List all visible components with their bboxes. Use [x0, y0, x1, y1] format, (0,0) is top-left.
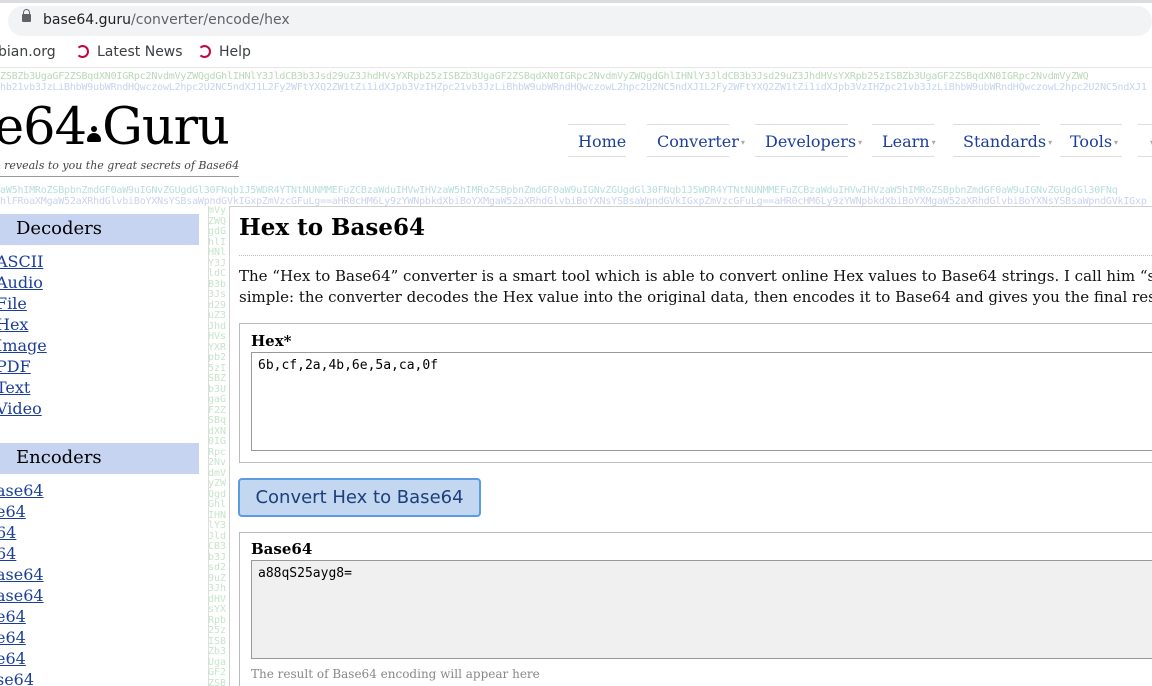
hex-input[interactable]: 6b,cf,2a,4b,6e,5a,ca,0f	[251, 352, 1152, 451]
decorative-base64-strip-bottom: aW5hIMRoZSBpbnZmdGF0aW9uIGNvZGUgdGl30FNq…	[0, 185, 1147, 207]
sidebar-encoder-link[interactable]: e64	[0, 607, 26, 626]
site-logo[interactable]: e64 Guru	[0, 100, 230, 156]
nav-converter[interactable]: Converter ▾	[647, 124, 745, 157]
site-tagline: o reveals to you the great secrets of Ba…	[0, 159, 240, 177]
sidebar-link-image[interactable]: Image	[0, 336, 47, 355]
debian-swirl-icon	[198, 45, 211, 58]
bookmark-debian[interactable]: bian.org	[0, 44, 56, 60]
bookmark-help[interactable]: Help	[198, 44, 251, 60]
sidebar-encoder-link[interactable]: e64	[0, 649, 26, 668]
tab-strip-edge	[0, 0, 1152, 3]
sidebar-encoder-link[interactable]: 64	[0, 544, 16, 563]
sidebar-decoders-heading: Decoders	[0, 214, 199, 245]
sidebar-encoder-link[interactable]: e64	[0, 628, 26, 647]
base64-fieldset: Base64 a88qS25ayg8=	[239, 532, 1152, 686]
sidebar-link-video[interactable]: Video	[0, 399, 42, 418]
intro-paragraph: The “Hex to Base64” converter is a smart…	[239, 267, 1152, 306]
meditating-guru-icon	[87, 126, 102, 142]
sidebar-link-pdf[interactable]: PDF	[0, 357, 31, 376]
caret-icon: ▾	[1048, 138, 1053, 147]
decorative-base64-strip-top: ZSBZb3UgaGF2ZSBqdXN0IGRpc2NvdmVyZWQgdGhl…	[0, 71, 1147, 93]
caret-icon: ▾	[740, 138, 745, 147]
hex-fieldset: Hex* 6b,cf,2a,4b,6e,5a,ca,0f	[239, 323, 1152, 463]
lock-icon[interactable]	[22, 9, 31, 22]
convert-button[interactable]: Convert Hex to Base64	[238, 478, 481, 517]
nav-home[interactable]: Home	[568, 124, 626, 157]
sidebar-encoder-link[interactable]: ase64	[0, 481, 44, 500]
sidebar-encoder-link[interactable]: e64	[0, 502, 26, 521]
sidebar-link-file[interactable]: File	[0, 294, 27, 313]
base64-output-hint: The result of Base64 encoding will appea…	[251, 667, 540, 681]
sidebar-encoders-heading: Encoders	[0, 443, 199, 474]
sidebar-link-hex[interactable]: Hex	[0, 315, 28, 334]
bookmark-latest-news[interactable]: Latest News	[76, 44, 183, 60]
nav-developers[interactable]: Developers ▾	[755, 124, 862, 157]
url-text[interactable]: base64.guru/converter/encode/hex	[43, 12, 290, 28]
nav-more[interactable]: ▾	[1138, 124, 1152, 157]
title-divider	[239, 255, 1152, 256]
caret-icon: ▾	[1114, 138, 1119, 147]
sidebar-encoder-link[interactable]: ase64	[0, 565, 44, 584]
nav-learn[interactable]: Learn ▾	[872, 124, 936, 157]
bookmarks-bar: bian.org Latest News Help	[0, 40, 1152, 68]
sidebar-encoder-link[interactable]: se64	[0, 670, 34, 686]
sidebar-link-text[interactable]: Text	[0, 378, 30, 397]
sidebar-link-audio[interactable]: Audio	[0, 273, 43, 292]
sidebar-encoder-link[interactable]: 64	[0, 523, 16, 542]
debian-swirl-icon	[76, 45, 89, 58]
caret-icon: ▾	[931, 138, 936, 147]
caret-icon: ▾	[858, 138, 863, 147]
base64-output[interactable]: a88qS25ayg8=	[251, 560, 1152, 659]
page-title: Hex to Base64	[239, 214, 425, 241]
sidebar-encoder-link[interactable]: ase64	[0, 586, 44, 605]
address-bar-container: base64.guru/converter/encode/hex	[0, 0, 1152, 40]
nav-tools[interactable]: Tools ▾	[1060, 124, 1122, 157]
nav-standards[interactable]: Standards ▾	[953, 124, 1052, 157]
sidebar-link-ascii[interactable]: ASCII	[0, 252, 43, 271]
base64-label: Base64	[251, 540, 313, 558]
decorative-base64-column: mVyZWQgdGhlIHNlY3JldCB3b3Jsd29uZ3JhdHVsY…	[208, 206, 227, 686]
hex-label: Hex*	[251, 332, 292, 350]
